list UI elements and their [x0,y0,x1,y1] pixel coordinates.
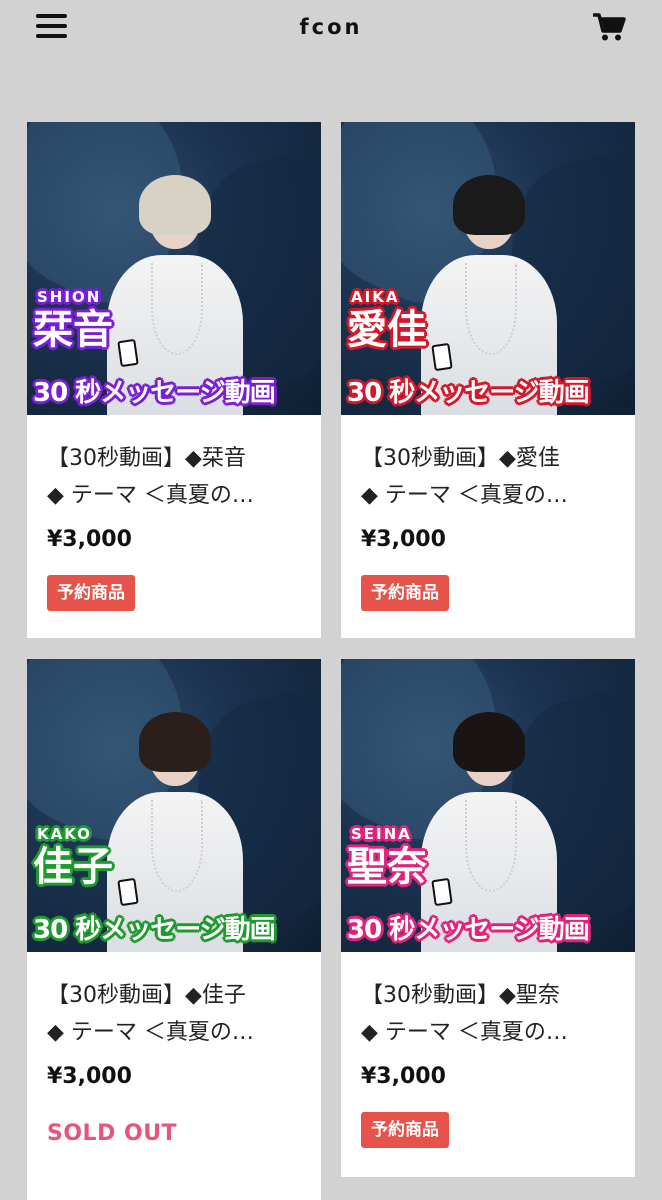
video-banner: 30 秒メッセージ動画 [33,378,276,408]
product-card[interactable]: SEINA 聖奈 30 秒メッセージ動画 【30秒動画】◆聖奈 ◆ テーマ ＜真… [341,659,635,1177]
member-name-kanji: 佳子 [33,844,113,890]
member-name-kanji: 聖奈 [347,844,427,890]
video-banner: 30 秒メッセージ動画 [33,915,276,945]
member-name-kanji: 愛佳 [347,307,427,353]
product-price: ¥3,000 [361,1064,446,1089]
phone-icon [431,342,453,372]
product-thumbnail[interactable]: SHION 栞音 30 秒メッセージ動画 [27,122,321,415]
header: fcon [0,0,662,60]
product-card[interactable]: SHION 栞音 30 秒メッセージ動画 【30秒動画】◆栞音 ◆ テーマ ＜真… [27,122,321,638]
cart-icon[interactable] [592,12,626,42]
phone-icon [431,877,453,907]
product-title-line1[interactable]: 【30秒動画】◆佳子 [47,977,309,1009]
site-title[interactable]: fcon [0,15,662,39]
video-banner: 30 秒メッセージ動画 [347,378,590,408]
sold-out-label: SOLD OUT [47,1121,178,1146]
product-title-line2[interactable]: ◆ テーマ ＜真夏の… [361,477,623,509]
status-badge: 予約商品 [361,575,449,611]
video-banner: 30 秒メッセージ動画 [347,915,590,945]
product-title-line2[interactable]: ◆ テーマ ＜真夏の… [47,477,309,509]
product-card[interactable]: AIKA 愛佳 30 秒メッセージ動画 【30秒動画】◆愛佳 ◆ テーマ ＜真夏… [341,122,635,638]
product-thumbnail[interactable]: AIKA 愛佳 30 秒メッセージ動画 [341,122,635,415]
member-name-roman: SHION [37,288,102,306]
status-badge: 予約商品 [47,575,135,611]
product-price: ¥3,000 [47,527,132,552]
member-name-roman: AIKA [351,288,400,306]
product-title-line1[interactable]: 【30秒動画】◆聖奈 [361,977,623,1009]
status-badge: 予約商品 [361,1112,449,1148]
member-name-kanji: 栞音 [33,307,113,353]
phone-icon [117,877,139,907]
product-price: ¥3,000 [361,527,446,552]
product-title-line1[interactable]: 【30秒動画】◆栞音 [47,440,309,472]
phone-icon [117,338,139,368]
product-thumbnail[interactable]: SEINA 聖奈 30 秒メッセージ動画 [341,659,635,952]
member-name-roman: KAKO [37,825,92,843]
product-title-line1[interactable]: 【30秒動画】◆愛佳 [361,440,623,472]
product-card[interactable]: KAKO 佳子 30 秒メッセージ動画 【30秒動画】◆佳子 ◆ テーマ ＜真夏… [27,659,321,1200]
member-name-roman: SEINA [351,825,412,843]
product-thumbnail[interactable]: KAKO 佳子 30 秒メッセージ動画 [27,659,321,952]
product-price: ¥3,000 [47,1064,132,1089]
product-title-line2[interactable]: ◆ テーマ ＜真夏の… [47,1014,309,1046]
product-title-line2[interactable]: ◆ テーマ ＜真夏の… [361,1014,623,1046]
